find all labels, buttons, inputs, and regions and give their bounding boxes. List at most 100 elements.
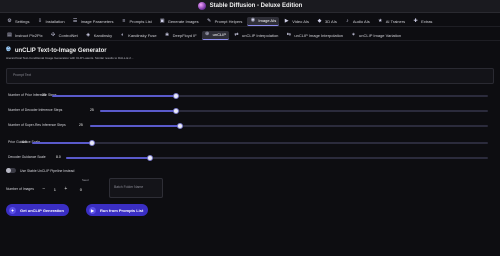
tab-unclip-image-variation[interactable]: ✶ unCLIP Image Variation [348, 31, 404, 40]
pix2pix-icon: ▤ [7, 31, 12, 38]
extras-icon: ✚ [413, 17, 418, 24]
batch-folder-input[interactable]: Batch Folder Name [109, 178, 163, 198]
title-bar: Stable Diffusion - Deluxe Edition [0, 0, 500, 13]
seed-value[interactable]: 0 [74, 187, 88, 192]
get-unclip-generation-button[interactable]: ✦ Get unCLIP Generation [6, 204, 69, 216]
tab-label: unCLIP Image Variation [359, 32, 402, 38]
stable-unclip-toggle-label: Use Stable UnCLIP Pipeline Instead [20, 168, 75, 173]
slider-value[interactable]: 8.0 [56, 155, 61, 159]
image-icon: ▣ [159, 17, 165, 24]
slider-fill [32, 142, 92, 144]
audio-icon: ♪ [346, 17, 349, 24]
slider-fill [90, 125, 180, 127]
batch-folder-placeholder: Batch Folder Name [114, 185, 144, 189]
tab-deepfloyd-if[interactable]: ❀ DeepFloyd IF [162, 31, 200, 40]
tab-label: Kandinsky [93, 32, 113, 38]
slider-track[interactable] [52, 93, 488, 99]
get-unclip-generation-label: Get unCLIP Generation [20, 207, 64, 213]
tab-label: 3D AIs [325, 18, 337, 24]
tab-label: unCLIP Interpolation [242, 32, 279, 38]
slider-row: Prior Guidance Scale 4.0 [6, 139, 494, 147]
slider-track[interactable] [100, 108, 488, 114]
slider-track[interactable] [32, 140, 488, 146]
wand-icon: ✎ [207, 17, 212, 24]
tab-label: Settings [15, 18, 30, 24]
slider-track[interactable] [66, 155, 488, 161]
tab-kandinsky-fuse[interactable]: ◐ Kandinsky Fuse [117, 31, 159, 40]
stable-unclip-toggle-row[interactable]: Use Stable UnCLIP Pipeline Instead [6, 168, 74, 173]
slider-thumb[interactable] [173, 108, 179, 114]
toggle-knob [6, 168, 11, 173]
run-from-prompts-list-button[interactable]: ▶ Run from Prompts List [86, 204, 149, 216]
decrement-button[interactable]: − [40, 185, 48, 193]
video-icon: ▶ [284, 17, 289, 24]
tab-settings[interactable]: ⚙ Settings [4, 17, 32, 26]
tab-extras[interactable]: ✚ Extras [410, 17, 435, 26]
tab-3d-ais[interactable]: ◆ 3D AIs [314, 17, 340, 26]
tab-unclip-image-interpolation[interactable]: ⇆ unCLIP Image Interpolation [283, 31, 346, 40]
slider-label: Number of Decoder Inference Steps [8, 108, 63, 112]
palette-icon: ◉ [250, 17, 256, 23]
tab-label: AI Trainers [385, 18, 406, 24]
tab-unclip-interpolation[interactable]: ⇄ unCLIP Interpolation [231, 31, 281, 40]
tab-audio-ais[interactable]: ♪ Audio AIs [342, 17, 373, 26]
seed-label: Seed [82, 178, 89, 182]
tab-image-ais[interactable]: ◉ Image AIs [247, 16, 280, 26]
panel-title-text: unCLIP Text-to-Image Generator [14, 47, 107, 54]
app-logo-icon [197, 2, 206, 10]
trainer-icon: ★ [378, 17, 383, 24]
run-from-prompts-list-label: Run from Prompts List [100, 207, 144, 213]
tab-prompts-list[interactable]: ≡ Prompts List [118, 17, 154, 26]
slider-label: Decoder Guidance Scale [8, 155, 46, 159]
tab-controlnet[interactable]: ✣ ControlNet [48, 31, 81, 40]
controlnet-icon: ✣ [50, 31, 56, 38]
slider-row: Number of Decoder Inference Steps 25 [6, 107, 494, 115]
run-list-icon: ▶ [89, 206, 96, 214]
slider-value[interactable]: 4.0 [22, 140, 27, 144]
tab-label: ControlNet [58, 32, 78, 38]
tab-unclip[interactable]: ⊕ unCLIP [201, 30, 229, 40]
tab-prompt-helpers[interactable]: ✎ Prompt Helpers [204, 17, 246, 26]
slider-thumb[interactable] [147, 155, 153, 161]
tab-label: Image AIs [258, 18, 277, 23]
gear-icon: ⚙ [7, 17, 12, 24]
slider-thumb[interactable] [177, 123, 183, 129]
tab-label: Installation [45, 18, 65, 24]
tab-installation[interactable]: ⇩ Installation [34, 17, 67, 26]
slider-fill [52, 95, 176, 97]
interpolation-icon: ⇄ [234, 31, 239, 38]
panel-subtitle: Hierarchical Text-Conditional Image Gene… [6, 56, 134, 60]
slider-thumb[interactable] [89, 140, 95, 146]
unclip-icon: ⊕ [205, 31, 210, 37]
number-of-images-stepper[interactable]: − 1 + [40, 185, 70, 193]
tab-image-parameters[interactable]: ☰ Image Parameters [70, 17, 117, 26]
sliders-icon: ☰ [72, 17, 78, 24]
number-of-images-value[interactable]: 1 [48, 187, 62, 192]
tab-generate-images[interactable]: ▣ Generate Images [157, 17, 202, 26]
slider-track[interactable] [90, 123, 488, 129]
slider-value[interactable]: 25 [79, 123, 83, 127]
slider-row: Number of Super-Res Inference Steps 25 [6, 122, 494, 130]
tab-ai-trainers[interactable]: ★ AI Trainers [375, 17, 408, 26]
cube-icon: ◆ [317, 17, 322, 24]
tab-instruct-pix2pix[interactable]: ▤ Instruct Pix2Pix [4, 31, 46, 40]
slider-fill [66, 157, 150, 159]
deepfloyd-icon: ❀ [165, 31, 170, 38]
app-title: Stable Diffusion - Deluxe Edition [209, 3, 303, 9]
slider-thumb[interactable] [173, 93, 179, 99]
tab-label: unCLIP [212, 32, 226, 37]
slider-value[interactable]: 25 [90, 108, 94, 112]
slider-row: Number of Prior Inference Steps 25 [6, 92, 494, 100]
secondary-tabs: ▤ Instruct Pix2Pix ✣ ControlNet ◈ Kandinsky ◐ K… [0, 30, 500, 41]
tab-video-ais[interactable]: ▶ Video AIs [281, 17, 312, 26]
increment-button[interactable]: + [62, 185, 70, 193]
tab-label: Video AIs [292, 18, 310, 24]
kandinsky-icon: ◈ [86, 31, 91, 38]
prompt-text-field[interactable]: Prompt Text [6, 68, 494, 84]
tab-kandinsky[interactable]: ◈ Kandinsky [83, 31, 115, 40]
variation-icon: ✶ [351, 31, 356, 38]
prompt-text-label: Prompt Text [13, 73, 32, 77]
tab-label: Generate Images [167, 18, 199, 24]
stable-unclip-toggle[interactable] [6, 168, 16, 173]
slider-value[interactable]: 25 [42, 93, 46, 97]
